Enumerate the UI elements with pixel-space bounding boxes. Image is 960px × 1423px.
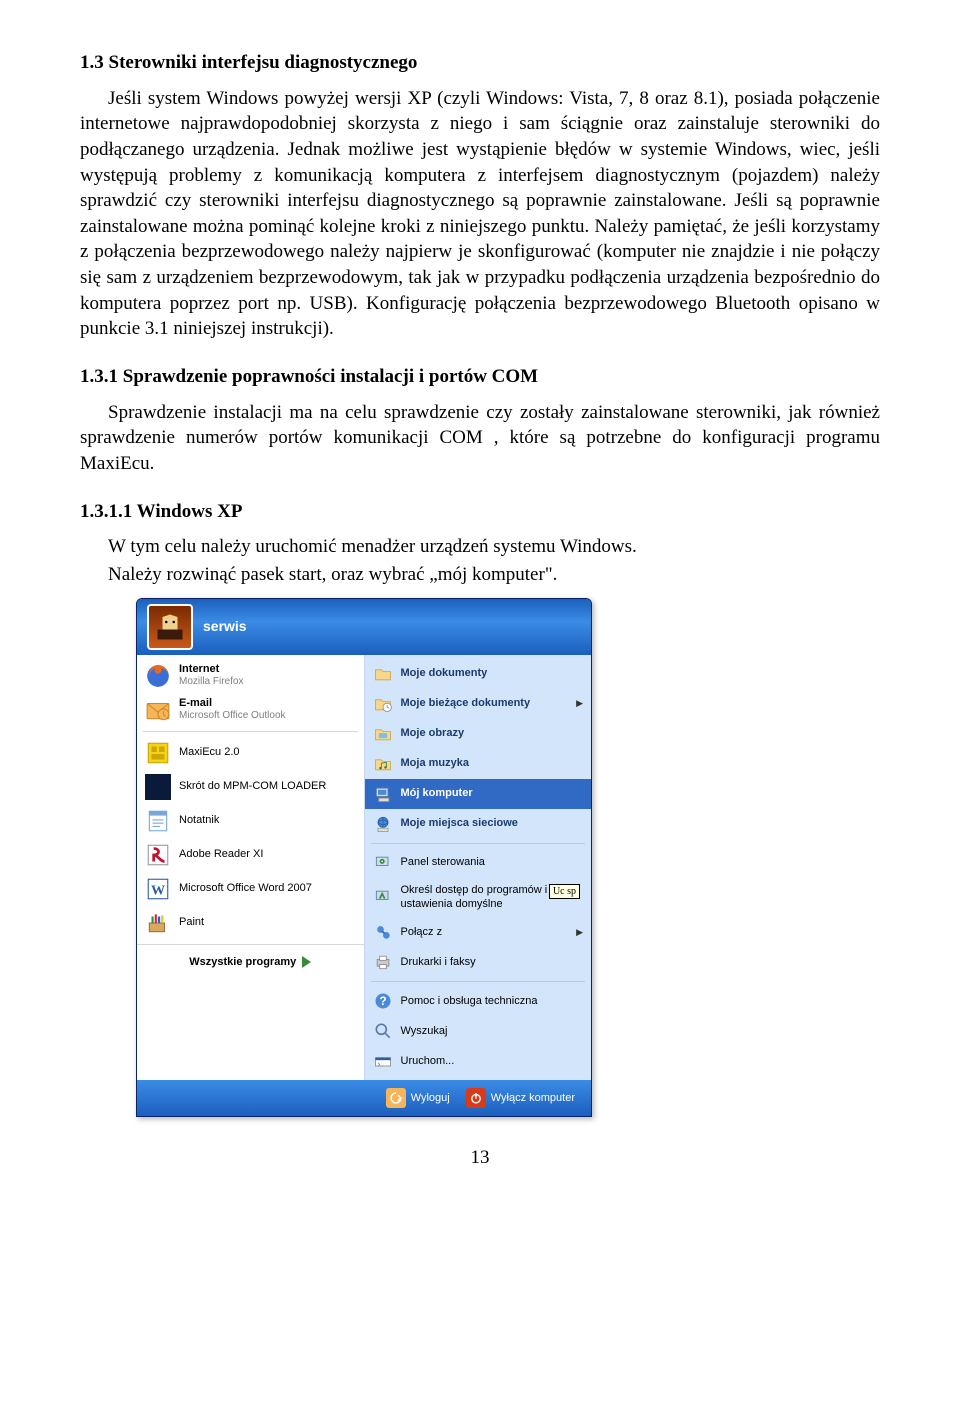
xp-start-menu: serwis InternetMozilla Firefox E-mailMic… [136,598,592,1118]
logoff-icon [386,1088,406,1108]
shutdown-button[interactable]: Wyłącz komputer [460,1086,581,1110]
line-1-3-1-1-b: Należy rozwinąć pasek start, oraz wybrać… [108,562,880,588]
start-right-label: Moje dokumenty [401,666,488,681]
network-icon [373,814,393,834]
paint-icon [145,910,171,936]
music-icon [373,754,393,774]
start-right-label: Połącz z [401,925,443,940]
start-menu-footer: Wyloguj Wyłącz komputer [137,1080,591,1116]
help-icon: ? [373,991,393,1011]
outlook-icon [145,697,171,723]
maxiecu-icon [145,740,171,766]
start-item-sub: Microsoft Office Outlook [179,710,286,722]
all-programs-label: Wszystkie programy [189,955,296,970]
search-icon [373,1021,393,1041]
start-item-email[interactable]: E-mailMicrosoft Office Outlook [137,693,364,727]
start-item-label: Adobe Reader XI [179,848,263,861]
start-right-label: Moje miejsca sieciowe [401,816,518,831]
logoff-button[interactable]: Wyloguj [380,1086,456,1110]
heading-1-3: 1.3 Sterowniki interfejsu diagnostyczneg… [80,50,880,76]
start-item-notatnik[interactable]: Notatnik [137,804,364,838]
heading-1-3-1: 1.3.1 Sprawdzenie poprawności instalacji… [80,364,880,390]
start-item-label: E-mail [179,697,286,710]
start-right-item-docs[interactable]: Moje dokumenty [365,659,592,689]
svg-text:?: ? [379,995,386,1008]
word-icon: W [145,876,171,902]
start-item-paint[interactable]: Paint [137,906,364,940]
start-item-label: Skrót do MPM-COM LOADER [179,780,326,793]
svg-text:W: W [151,882,165,898]
start-right-item-network[interactable]: Moje miejsca sieciowe [365,809,592,839]
adobe-reader-icon [145,842,171,868]
firefox-icon [145,663,171,689]
start-item-word[interactable]: W Microsoft Office Word 2007 [137,872,364,906]
start-right-separator [371,981,586,982]
start-right-label: Uruchom... [401,1054,455,1069]
shutdown-icon [466,1088,486,1108]
start-right-label: Drukarki i faksy [401,955,476,970]
start-item-label: MaxiEcu 2.0 [179,746,240,759]
start-item-label: Internet [179,663,243,676]
start-left-separator [143,731,358,732]
start-item-label: Paint [179,916,204,929]
run-icon [373,1051,393,1071]
tooltip-fragment: Uc sp [549,884,580,899]
start-right-label: Moje obrazy [401,726,465,741]
start-right-item-search[interactable]: Wyszukaj [365,1016,592,1046]
start-item-internet[interactable]: InternetMozilla Firefox [137,659,364,693]
start-right-label: Moje bieżące dokumenty [401,696,531,711]
body-1-3-1: Sprawdzenie instalacji ma na celu sprawd… [80,400,880,477]
start-right-item-computer[interactable]: Mój komputer [365,779,592,809]
start-menu-left-panel: InternetMozilla Firefox E-mailMicrosoft … [137,655,365,1081]
start-right-item-printers[interactable]: Drukarki i faksy [365,947,592,977]
shutdown-label: Wyłącz komputer [491,1091,575,1106]
start-right-label: Pomoc i obsługa techniczna [401,994,538,1009]
line-1-3-1-1-a: W tym celu należy uruchomić menadżer urz… [80,534,880,560]
start-right-item-help[interactable]: ? Pomoc i obsługa techniczna [365,986,592,1016]
defaults-icon [373,887,393,907]
start-menu-header: serwis [137,599,591,655]
start-item-adobe[interactable]: Adobe Reader XI [137,838,364,872]
start-right-label: Moja muzyka [401,756,469,771]
heading-1-3-1-1: 1.3.1.1 Windows XP [80,499,880,525]
chevron-right-icon: ▶ [576,926,583,938]
notepad-icon [145,808,171,834]
chevron-right-icon: ▶ [576,697,583,709]
start-menu-right-panel: Moje dokumentyMoje bieżące dokumenty▶Moj… [365,655,592,1081]
connect-icon [373,922,393,942]
start-item-maxiecu[interactable]: MaxiEcu 2.0 [137,736,364,770]
start-right-item-music[interactable]: Moja muzyka [365,749,592,779]
start-right-item-pictures[interactable]: Moje obrazy [365,719,592,749]
recent-icon [373,694,393,714]
start-right-item-recent[interactable]: Moje bieżące dokumenty ▶ [365,689,592,719]
start-right-item-connect[interactable]: Połącz z ▶ [365,917,592,947]
printers-icon [373,952,393,972]
start-right-item-control[interactable]: Panel sterowania [365,848,592,878]
body-1-3: Jeśli system Windows powyżej wersji XP (… [80,86,880,342]
pictures-icon [373,724,393,744]
chevron-right-icon [302,956,311,968]
start-right-separator [371,843,586,844]
start-right-label: Mój komputer [401,786,473,801]
start-item-label: Notatnik [179,814,219,827]
computer-icon [373,784,393,804]
logoff-label: Wyloguj [411,1091,450,1106]
start-item-label: Microsoft Office Word 2007 [179,882,312,895]
user-avatar [147,604,193,650]
start-right-label: Panel sterowania [401,855,485,870]
start-item-mpm[interactable]: Skrót do MPM-COM LOADER [137,770,364,804]
start-all-programs[interactable]: Wszystkie programy [137,944,364,978]
page-number: 13 [80,1145,880,1171]
start-right-item-run[interactable]: Uruchom... [365,1046,592,1076]
start-item-sub: Mozilla Firefox [179,676,243,688]
control-icon [373,853,393,873]
start-right-label: Wyszukaj [401,1024,448,1039]
docs-icon [373,664,393,684]
user-name: serwis [203,617,247,636]
moon-icon [145,774,171,800]
